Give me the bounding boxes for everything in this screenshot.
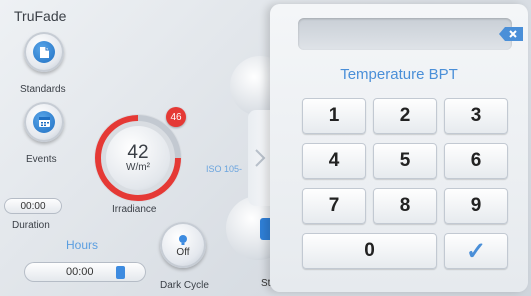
duration-label: Duration [12, 220, 50, 231]
chevron-right-icon [255, 149, 266, 167]
calendar-icon [33, 111, 55, 133]
key-0[interactable]: 0 [302, 233, 437, 269]
events-label: Events [26, 154, 57, 165]
lightbulb-icon [179, 234, 187, 245]
duration-field[interactable]: 00:00 [4, 198, 62, 214]
key-8[interactable]: 8 [373, 188, 437, 224]
key-4[interactable]: 4 [302, 143, 366, 179]
events-button[interactable] [24, 102, 64, 142]
keypad-collapse-tab[interactable] [248, 110, 272, 206]
keypad-display[interactable] [298, 18, 523, 50]
irradiance-badge: 46 [166, 107, 186, 127]
battery-icon [115, 265, 125, 279]
irradiance-label: Irradiance [112, 204, 157, 215]
document-icon [33, 41, 55, 63]
irradiance-unit: W/m² [126, 162, 150, 173]
key-3[interactable]: 3 [444, 98, 508, 134]
key-7[interactable]: 7 [302, 188, 366, 224]
dark-cycle-state: Off [176, 246, 190, 258]
dark-cycle-button[interactable]: Off [160, 222, 206, 268]
irradiance-dial[interactable]: 42 W/m² [94, 114, 182, 202]
dark-cycle-label: Dark Cycle [160, 280, 209, 291]
hours-value: 00:00 [66, 266, 94, 278]
key-5[interactable]: 5 [373, 143, 437, 179]
backspace-icon[interactable] [498, 26, 524, 42]
keypad-panel: Temperature BPT 1 2 3 4 5 6 7 8 9 0 ✓ [270, 4, 528, 292]
checkmark-icon: ✓ [465, 237, 487, 265]
key-9[interactable]: 9 [444, 188, 508, 224]
key-1[interactable]: 1 [302, 98, 366, 134]
standards-button[interactable] [24, 32, 64, 72]
key-2[interactable]: 2 [373, 98, 437, 134]
keypad-title: Temperature BPT [340, 66, 458, 83]
irradiance-readout: 42 W/m² [106, 126, 170, 190]
key-6[interactable]: 6 [444, 143, 508, 179]
confirm-button[interactable]: ✓ [444, 233, 508, 269]
standards-label: Standards [20, 84, 66, 95]
hours-field[interactable]: 00:00 [24, 262, 146, 282]
app-title: TruFade [14, 8, 67, 24]
irradiance-value: 42 [127, 142, 149, 163]
hours-label: Hours [66, 238, 99, 252]
iso-standard-text: ISO 105- [206, 164, 243, 174]
